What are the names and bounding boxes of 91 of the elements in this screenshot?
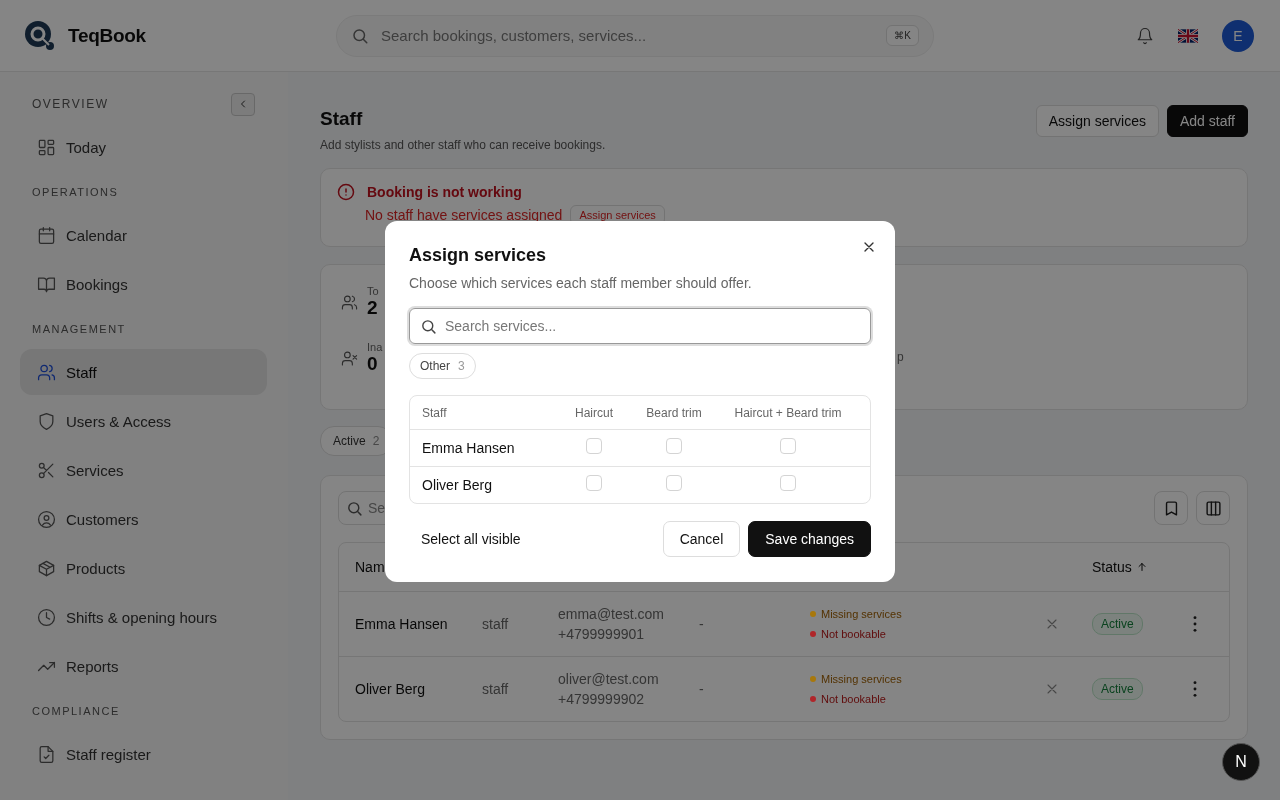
section-heading: MANAGEMENT	[32, 323, 126, 335]
staff-phone: +4799999902	[558, 690, 646, 709]
column-header: Beard trim	[645, 405, 703, 420]
stat-value: 0	[367, 353, 379, 375]
columns-button[interactable]	[1196, 491, 1230, 525]
staff-role: staff	[482, 681, 510, 697]
alert-message: No staff have services assigned	[365, 207, 563, 223]
section-heading: COMPLIANCE	[32, 705, 120, 717]
staff-phone: +4799999901	[558, 625, 646, 644]
sort-arrow-icon	[1135, 561, 1148, 573]
users-icon	[341, 293, 358, 311]
page-subtitle: Add stylists and other staff who can receive bookings.	[320, 138, 606, 152]
more-icon[interactable]	[1193, 616, 1197, 632]
category-chip[interactable]: Other 3	[409, 353, 476, 379]
user-avatar[interactable]: E	[1222, 19, 1254, 52]
service-search-field[interactable]: Search services...	[409, 308, 871, 344]
search-icon	[351, 26, 369, 45]
search-icon	[420, 317, 437, 335]
box-icon	[37, 558, 56, 578]
sidebar-item[interactable]: Calendar	[20, 212, 267, 258]
staff-name: Oliver Berg	[355, 681, 427, 697]
calendar-icon	[37, 225, 56, 245]
alert-icon	[337, 183, 355, 201]
column-header: Haircut + Beard trim	[733, 405, 843, 420]
users-icon	[37, 362, 56, 382]
sidebar-item[interactable]: Staff	[20, 349, 267, 395]
shield-icon	[37, 411, 56, 431]
staff-name: Emma Hansen	[355, 616, 449, 632]
stat-label: p	[897, 350, 904, 364]
sidebar-item[interactable]: Bookings	[20, 261, 267, 307]
dialog-title: Assign services	[409, 245, 548, 266]
section-heading: OPERATIONS	[32, 186, 119, 198]
more-icon[interactable]	[1193, 681, 1197, 697]
warning-label: Missing services	[821, 608, 902, 620]
page-title: Staff	[320, 108, 364, 130]
service-checkbox[interactable]	[586, 475, 602, 491]
clock-icon	[37, 607, 56, 627]
collapse-sidebar-button[interactable]	[231, 92, 255, 116]
search-icon	[346, 499, 363, 517]
dialog-description: Choose which services each staff member should offer.	[409, 275, 753, 291]
service-checkbox[interactable]	[666, 438, 682, 454]
user-circle-icon	[37, 509, 56, 529]
global-search-field[interactable]: Search bookings, customers, services... ⌘K	[336, 14, 934, 57]
stat-label: Ina	[367, 341, 383, 353]
shortcut-hint: ⌘K	[886, 25, 919, 46]
table-cell-text: -	[699, 616, 705, 632]
section-heading: OVERVIEW	[32, 97, 109, 111]
sidebar-item[interactable]: Products	[20, 545, 267, 591]
staff-name: Oliver Berg	[422, 477, 494, 493]
alert-title: Booking is not working	[367, 184, 522, 200]
service-checkbox[interactable]	[780, 438, 796, 454]
assign-button[interactable]: Assign services	[1035, 105, 1159, 137]
service-checkbox[interactable]	[586, 438, 602, 454]
service-checkbox[interactable]	[780, 475, 796, 491]
column-header[interactable]: Status	[1092, 559, 1132, 575]
column-header: Haircut	[574, 405, 614, 420]
sidebar-item[interactable]: Shifts & opening hours	[20, 594, 267, 640]
status-badge: Active	[1092, 613, 1143, 635]
stat-value: 2	[367, 297, 379, 319]
sidebar-item[interactable]: Customers	[20, 496, 267, 542]
bookmark-button[interactable]	[1154, 491, 1188, 525]
status-badge: Active	[1092, 678, 1143, 700]
staff-name: Emma Hansen	[422, 440, 516, 456]
flag-icon[interactable]	[1178, 28, 1198, 43]
brand-name: TeqBook	[68, 24, 146, 47]
sidebar-item[interactable]: Services	[20, 447, 267, 493]
sidebar-item[interactable]: Today	[20, 124, 267, 170]
user-x-icon	[341, 349, 358, 367]
stat-label: To	[367, 285, 379, 297]
file-check-icon	[37, 744, 56, 764]
logo-icon	[24, 19, 56, 52]
select-all-button[interactable]: Select all visible	[409, 531, 533, 547]
cancel-button[interactable]: Cancel	[662, 521, 741, 557]
scissors-icon	[37, 460, 56, 480]
staff-role: staff	[482, 616, 510, 632]
service-checkbox[interactable]	[666, 475, 682, 491]
staff-email: oliver@test.com	[558, 670, 660, 689]
warning-label: Missing services	[821, 673, 902, 685]
save-button[interactable]: Save changes	[748, 521, 871, 557]
add-button[interactable]: Add staff	[1167, 105, 1248, 137]
sidebar-item[interactable]: Users & Access	[20, 398, 267, 444]
grid-icon	[37, 137, 56, 157]
bell-icon	[1136, 26, 1154, 45]
warning-label: Not bookable	[821, 628, 886, 640]
sidebar-item[interactable]: Reports	[20, 643, 267, 689]
sidebar-item[interactable]: Staff register	[20, 731, 267, 777]
column-header: Staff	[422, 405, 448, 420]
columns-icon	[1204, 499, 1222, 517]
staff-email: emma@test.com	[558, 605, 665, 624]
table-cell-text: -	[699, 681, 705, 697]
warning-label: Not bookable	[821, 693, 886, 705]
